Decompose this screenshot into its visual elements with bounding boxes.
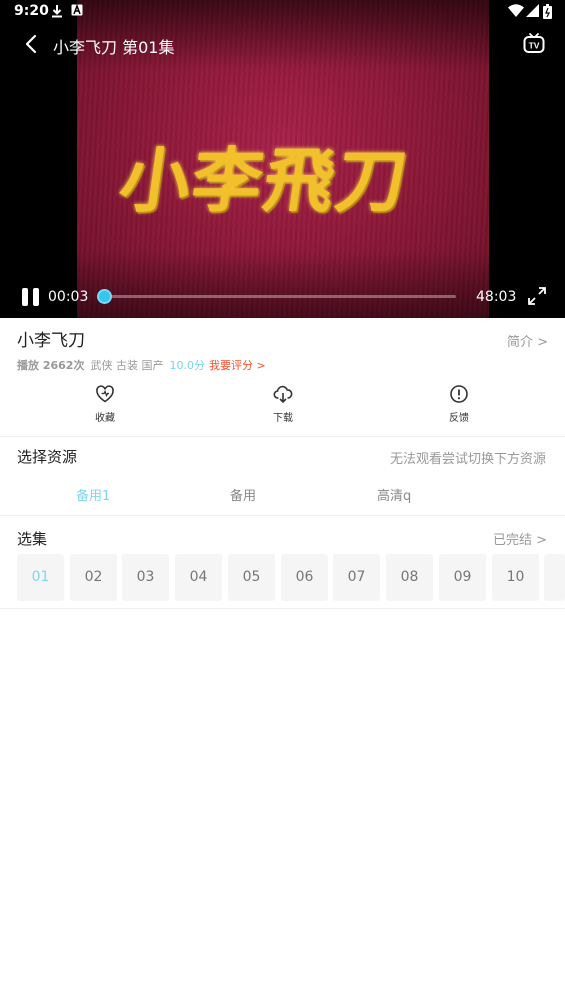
current-time: 00:03 xyxy=(48,289,89,305)
rate-button[interactable]: 我要评分 > xyxy=(209,359,266,372)
video-player[interactable]: 小李飛刀 9:20 小李飞刀 第01集 TV 00:03 48:03 xyxy=(0,0,565,318)
video-title-art: 小李飛刀 xyxy=(114,139,415,222)
show-meta: 播放 2662次 武侠 古装 国产 10.0分 我要评分 > xyxy=(17,357,266,373)
heart-icon xyxy=(96,385,114,403)
tv-cast-icon[interactable]: TV xyxy=(523,32,545,54)
status-bar: 9:20 xyxy=(0,0,565,24)
cloud-download-icon xyxy=(273,385,293,404)
wifi-icon xyxy=(508,4,524,17)
divider xyxy=(0,515,565,516)
sources-title: 选择资源 xyxy=(17,448,78,466)
episode-item[interactable]: 09 xyxy=(439,554,486,601)
divider xyxy=(0,436,565,437)
signal-icon xyxy=(526,4,539,17)
alert-circle-icon xyxy=(450,385,468,403)
show-tags: 武侠 古装 国产 xyxy=(90,359,164,372)
episode-item[interactable]: 01 xyxy=(17,554,64,601)
seek-bar[interactable] xyxy=(97,289,456,304)
battery-icon xyxy=(543,4,552,19)
source-option-3[interactable]: 高清q xyxy=(377,485,411,504)
sources-hint: 无法观看尝试切换下方资源 xyxy=(390,452,547,467)
back-icon[interactable] xyxy=(18,30,46,58)
download-label: 下载 xyxy=(273,413,293,424)
player-controls: 00:03 48:03 xyxy=(0,280,565,314)
fullscreen-icon[interactable] xyxy=(527,286,547,306)
episode-title: 小李飞刀 第01集 xyxy=(53,38,175,57)
episode-item[interactable]: 05 xyxy=(228,554,275,601)
feedback-label: 反馈 xyxy=(449,413,469,424)
action-bar: 收藏 下载 反馈 xyxy=(0,384,565,426)
favorite-label: 收藏 xyxy=(95,413,115,424)
source-option-2[interactable]: 备用 xyxy=(230,485,256,504)
episode-item[interactable]: 02 xyxy=(70,554,117,601)
episode-list: 01 02 03 04 05 06 07 08 09 10 xyxy=(17,554,565,602)
seek-thumb[interactable] xyxy=(97,289,113,304)
download-status-icon xyxy=(52,5,62,18)
source-option-1[interactable]: 备用1 xyxy=(76,485,110,504)
episode-item[interactable]: 06 xyxy=(281,554,328,601)
pause-icon[interactable] xyxy=(22,288,40,306)
divider xyxy=(0,608,565,609)
episode-item[interactable]: 03 xyxy=(122,554,169,601)
player-top-bar: 小李飞刀 第01集 TV xyxy=(0,28,565,60)
episode-item-partial[interactable] xyxy=(544,554,565,601)
app: 小李飛刀 9:20 小李飞刀 第01集 TV 00:03 48:03 小李飞刀 … xyxy=(0,0,565,1004)
show-title: 小李飞刀 xyxy=(17,331,85,351)
show-score: 10.0分 xyxy=(169,359,205,372)
play-count: 播放 2662次 xyxy=(17,359,85,372)
intro-link[interactable]: 简介 > xyxy=(507,331,548,350)
svg-text:TV: TV xyxy=(529,41,540,51)
episodes-status[interactable]: 已完结 > xyxy=(493,529,547,548)
episode-item[interactable]: 07 xyxy=(333,554,380,601)
app-status-icon xyxy=(71,4,83,16)
download-button[interactable]: 下载 xyxy=(253,384,313,424)
feedback-button[interactable]: 反馈 xyxy=(429,384,489,424)
episode-item[interactable]: 04 xyxy=(175,554,222,601)
favorite-button[interactable]: 收藏 xyxy=(75,384,135,424)
status-time: 9:20 xyxy=(14,3,49,19)
episode-item[interactable]: 08 xyxy=(386,554,433,601)
duration: 48:03 xyxy=(476,289,517,305)
episodes-title: 选集 xyxy=(17,530,48,548)
episode-item[interactable]: 10 xyxy=(492,554,539,601)
